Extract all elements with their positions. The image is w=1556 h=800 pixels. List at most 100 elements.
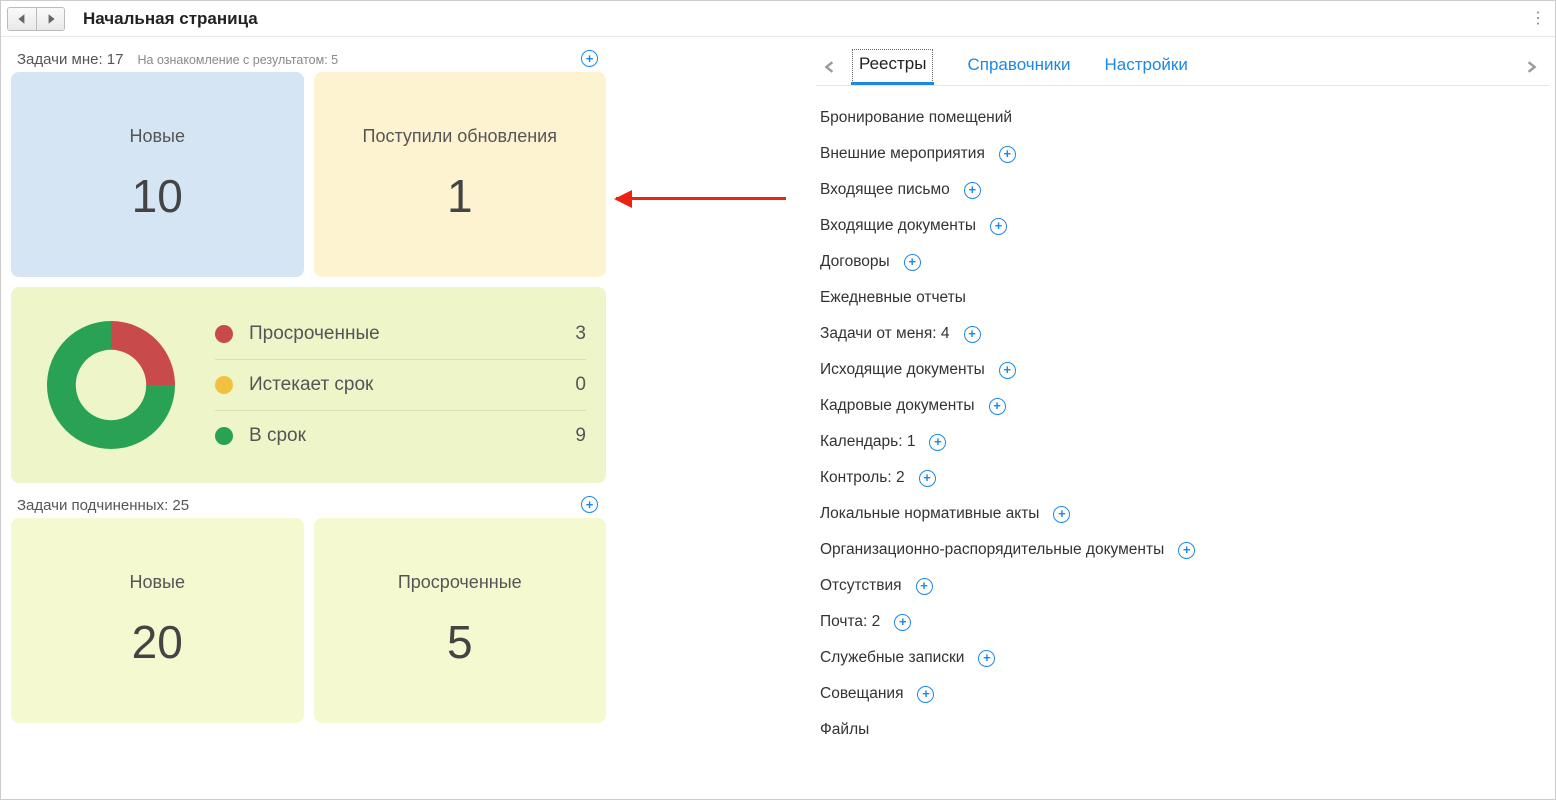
registry-item-label: Договоры [820, 253, 890, 271]
tabs: Реестры Справочники Настройки [844, 49, 1196, 85]
registry-list: Бронирование помещений Внешние мероприяти… [816, 86, 1549, 748]
tile-new-value: 10 [132, 169, 183, 223]
registry-item[interactable]: Файлы [820, 712, 1549, 748]
plus-icon[interactable] [999, 362, 1016, 379]
registry-item-label: Календарь: 1 [820, 433, 915, 451]
plus-icon[interactable] [990, 218, 1007, 235]
back-button[interactable] [8, 8, 36, 30]
page-title: Начальная страница [83, 9, 258, 29]
arrow-left-icon [16, 13, 28, 25]
sub-tasks-add[interactable] [581, 496, 598, 513]
registry-item[interactable]: Локальные нормативные акты [820, 496, 1549, 532]
toolbar: Начальная страница ⋮ [1, 1, 1555, 37]
registry-item-label: Организационно-распорядительные документ… [820, 541, 1164, 559]
kebab-menu-icon[interactable]: ⋮ [1529, 7, 1547, 29]
legend-row[interactable]: Истекает срок0 [215, 360, 586, 411]
arrow-head-icon [614, 190, 632, 208]
registry-item[interactable]: Задачи от меня: 4 [820, 316, 1549, 352]
registry-item-label: Задачи от меня: 4 [820, 325, 950, 343]
plus-icon[interactable] [1178, 542, 1195, 559]
tab-registries[interactable]: Реестры [852, 49, 933, 83]
plus-icon[interactable] [989, 398, 1006, 415]
legend-value: 0 [556, 374, 586, 396]
tile-sub-overdue-value: 5 [447, 615, 473, 669]
registry-item[interactable]: Отсутствия [820, 568, 1549, 604]
plus-icon[interactable] [894, 614, 911, 631]
my-tasks-title[interactable]: Задачи мне: 17 [17, 51, 124, 68]
registry-item-label: Бронирование помещений [820, 109, 1012, 127]
legend-dot-icon [215, 427, 233, 445]
legend-value: 3 [556, 323, 586, 345]
tile-sub-new[interactable]: Новые 20 [11, 518, 304, 723]
registry-item-label: Служебные записки [820, 649, 964, 667]
plus-icon[interactable] [964, 326, 981, 343]
plus-icon [581, 496, 598, 513]
registry-item-label: Исходящие документы [820, 361, 985, 379]
plus-icon[interactable] [964, 182, 981, 199]
chart-legend: Просроченные3Истекает срок0В срок9 [215, 309, 586, 461]
annotation-arrow [616, 37, 816, 799]
registry-item[interactable]: Договоры [820, 244, 1549, 280]
registry-item-label: Совещания [820, 685, 903, 703]
registry-item-label: Внешние мероприятия [820, 145, 985, 163]
tile-sub-new-label: Новые [129, 572, 185, 593]
my-tasks-add[interactable] [581, 50, 598, 67]
tab-reference[interactable]: Справочники [967, 49, 1070, 85]
registry-item[interactable]: Входящее письмо [820, 172, 1549, 208]
registry-item[interactable]: Календарь: 1 [820, 424, 1549, 460]
plus-icon [581, 50, 598, 67]
chevron-right-icon [1525, 61, 1537, 73]
legend-label: Просроченные [249, 323, 556, 345]
tile-updates[interactable]: Поступили обновления 1 [314, 72, 607, 277]
registry-item-label: Входящие документы [820, 217, 976, 235]
plus-icon[interactable] [917, 686, 934, 703]
plus-icon[interactable] [929, 434, 946, 451]
arrow-right-icon [45, 13, 57, 25]
registry-item[interactable]: Служебные записки [820, 640, 1549, 676]
registry-item[interactable]: Кадровые документы [820, 388, 1549, 424]
registry-item[interactable]: Совещания [820, 676, 1549, 712]
legend-label: Истекает срок [249, 374, 556, 396]
registry-item[interactable]: Ежедневные отчеты [820, 280, 1549, 316]
registry-item-label: Контроль: 2 [820, 469, 905, 487]
sub-tasks-tiles: Новые 20 Просроченные 5 [11, 518, 606, 723]
registry-item[interactable]: Почта: 2 [820, 604, 1549, 640]
plus-icon[interactable] [999, 146, 1016, 163]
tile-sub-overdue[interactable]: Просроченные 5 [314, 518, 607, 723]
sub-tasks-header: Задачи подчиненных: 25 [17, 497, 606, 514]
registry-item[interactable]: Бронирование помещений [820, 100, 1549, 136]
plus-icon[interactable] [978, 650, 995, 667]
registry-item[interactable]: Внешние мероприятия [820, 136, 1549, 172]
my-tasks-header: Задачи мне: 17 На ознакомление с результ… [17, 51, 606, 68]
chevron-left-icon [824, 61, 836, 73]
registry-item[interactable]: Контроль: 2 [820, 460, 1549, 496]
tabs-scroll-right[interactable] [1517, 53, 1545, 81]
tile-new[interactable]: Новые 10 [11, 72, 304, 277]
legend-row[interactable]: В срок9 [215, 411, 586, 461]
arrow-line [616, 197, 786, 200]
forward-button[interactable] [36, 8, 64, 30]
my-tasks-subtitle[interactable]: На ознакомление с результатом: 5 [138, 53, 339, 67]
tile-updates-value: 1 [447, 169, 473, 223]
donut-chart-svg [31, 305, 191, 465]
plus-icon[interactable] [919, 470, 936, 487]
tasks-chart-tile[interactable]: Просроченные3Истекает срок0В срок9 [11, 287, 606, 483]
registry-item[interactable]: Входящие документы [820, 208, 1549, 244]
legend-row[interactable]: Просроченные3 [215, 309, 586, 360]
tile-new-label: Новые [129, 126, 185, 147]
tab-settings[interactable]: Настройки [1104, 49, 1187, 85]
tile-sub-overdue-label: Просроченные [398, 572, 522, 593]
registry-item-label: Отсутствия [820, 577, 902, 595]
plus-icon[interactable] [916, 578, 933, 595]
plus-icon[interactable] [904, 254, 921, 271]
sub-tasks-title[interactable]: Задачи подчиненных: 25 [17, 497, 189, 514]
donut-chart [31, 305, 191, 465]
registry-item-label: Кадровые документы [820, 397, 975, 415]
plus-icon[interactable] [1053, 506, 1070, 523]
registry-item-label: Ежедневные отчеты [820, 289, 966, 307]
registry-item[interactable]: Организационно-распорядительные документ… [820, 532, 1549, 568]
registry-item[interactable]: Исходящие документы [820, 352, 1549, 388]
donut-slice [111, 321, 175, 385]
nav-buttons [7, 7, 65, 31]
tabs-scroll-left[interactable] [816, 53, 844, 81]
